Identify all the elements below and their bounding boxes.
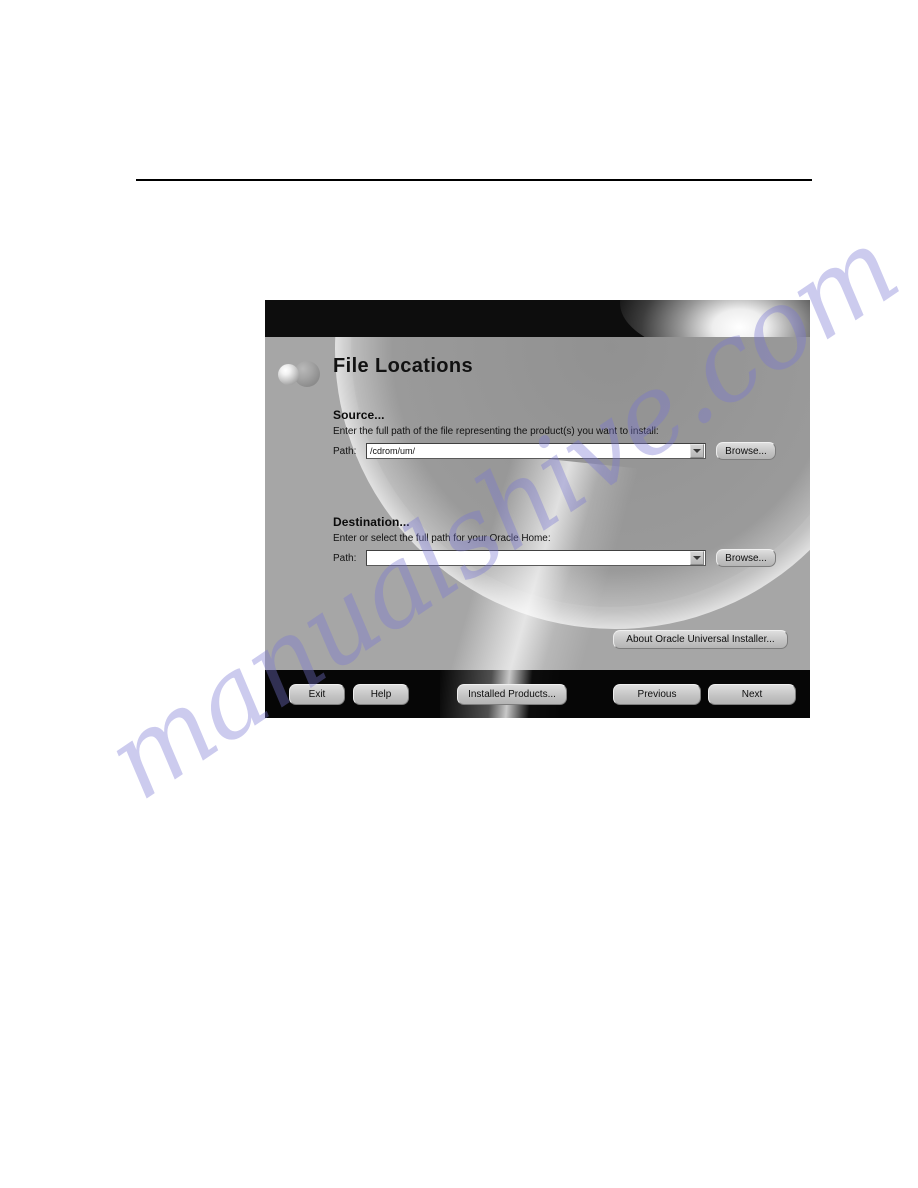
header-glow-decoration (620, 300, 810, 337)
source-section: Source... Enter the full path of the fil… (333, 408, 803, 460)
sphere-front-icon (278, 364, 299, 385)
dialog-header-strip (265, 300, 810, 337)
source-path-combobox[interactable]: /cdrom/um/ (366, 443, 706, 459)
destination-section: Destination... Enter or select the full … (333, 515, 803, 567)
next-button[interactable]: Next (708, 684, 796, 705)
source-path-row: Path: /cdrom/um/ Browse... (333, 442, 803, 460)
destination-path-row: Path: Browse... (333, 549, 803, 567)
installed-products-button[interactable]: Installed Products... (457, 684, 567, 705)
chevron-down-icon[interactable] (690, 551, 704, 565)
document-page: File Locations Source... Enter the full … (0, 0, 918, 1188)
destination-path-label: Path: (333, 552, 357, 564)
chevron-down-icon[interactable] (690, 444, 704, 458)
dialog-footer-buttons: Exit Help Installed Products... Previous… (265, 670, 810, 718)
help-button[interactable]: Help (353, 684, 409, 705)
oracle-spheres-icon (278, 361, 320, 387)
page-title: File Locations (333, 355, 474, 377)
destination-heading: Destination... (333, 515, 410, 529)
destination-description: Enter or select the full path for your O… (333, 533, 551, 544)
dialog-title-row: File Locations (265, 353, 810, 395)
destination-browse-button[interactable]: Browse... (716, 549, 776, 567)
source-heading: Source... (333, 408, 385, 422)
exit-button[interactable]: Exit (289, 684, 345, 705)
about-oracle-universal-installer-button[interactable]: About Oracle Universal Installer... (613, 630, 788, 649)
destination-path-combobox[interactable] (366, 550, 706, 566)
source-browse-button[interactable]: Browse... (716, 442, 776, 460)
source-path-input[interactable]: /cdrom/um/ (367, 446, 690, 456)
previous-button[interactable]: Previous (613, 684, 701, 705)
source-path-label: Path: (333, 445, 357, 457)
page-header-rule (136, 179, 812, 181)
source-description: Enter the full path of the file represen… (333, 426, 659, 437)
oracle-universal-installer-dialog: File Locations Source... Enter the full … (265, 300, 810, 718)
